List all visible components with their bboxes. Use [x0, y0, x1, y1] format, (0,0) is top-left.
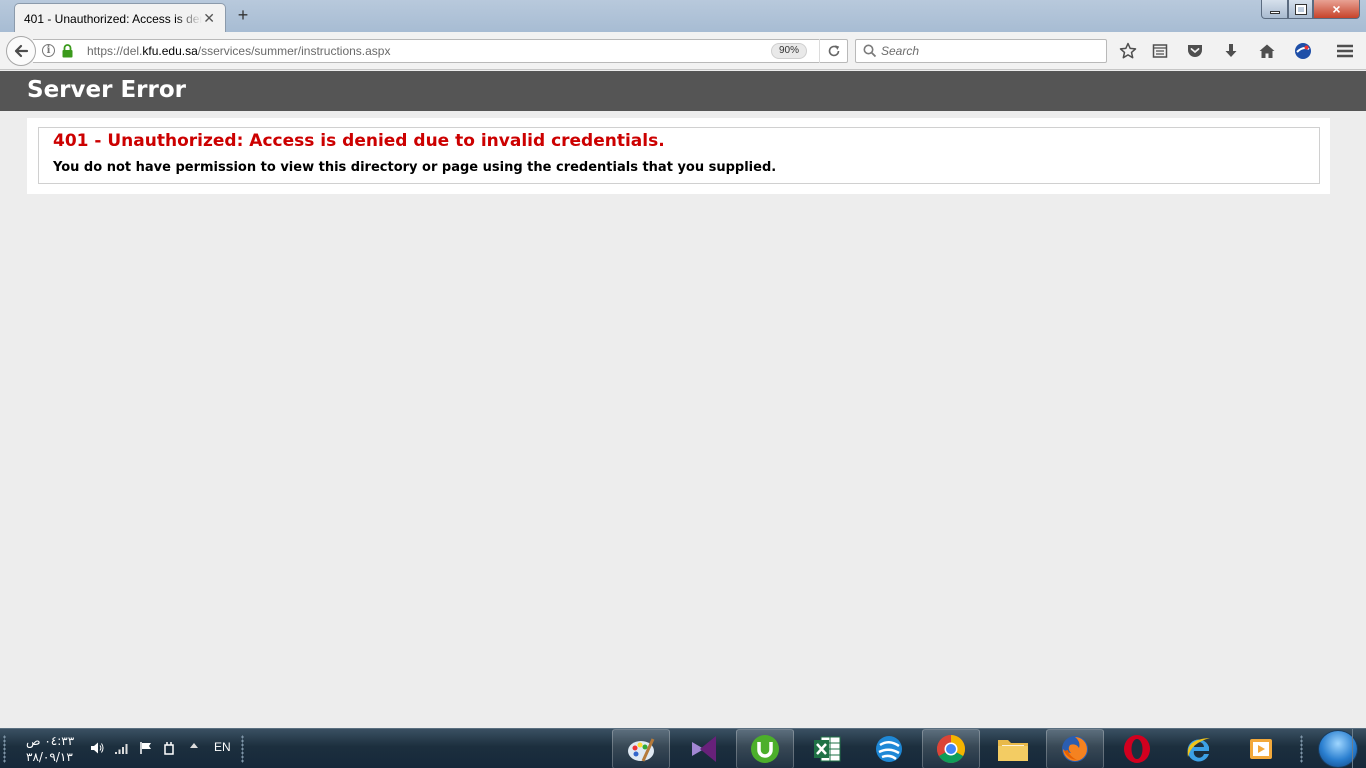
lock-icon	[62, 44, 73, 58]
url-text: https://del.kfu.edu.sa/sservices/summer/…	[87, 44, 390, 58]
taskbar-grip	[241, 735, 244, 763]
minimize-button[interactable]	[1261, 0, 1288, 19]
url-prefix: https://del.	[87, 44, 143, 58]
info-icon[interactable]: i	[42, 44, 55, 57]
reading-list-icon[interactable]	[1150, 41, 1170, 61]
visual-studio-app-button[interactable]	[675, 729, 733, 768]
volume-icon[interactable]	[90, 741, 104, 755]
language-indicator[interactable]: EN	[214, 740, 231, 754]
browser-tab-active[interactable]: 401 - Unauthorized: Access is denied due…	[14, 3, 226, 33]
url-host: kfu.edu.sa	[142, 44, 198, 58]
url-path: /sservices/summer/instructions.aspx	[197, 44, 391, 58]
new-tab-icon[interactable]: +	[234, 5, 252, 25]
back-button[interactable]	[6, 36, 36, 66]
file-explorer-app-button[interactable]	[984, 729, 1042, 768]
power-plug-icon[interactable]	[162, 741, 176, 755]
reload-button[interactable]	[819, 39, 847, 63]
excel-app-button[interactable]	[798, 729, 856, 768]
maximize-button[interactable]	[1288, 0, 1313, 19]
content-panel: 401 - Unauthorized: Access is denied due…	[27, 118, 1330, 194]
close-icon: ×	[1332, 1, 1341, 17]
search-icon	[863, 44, 877, 58]
firefox-app-button[interactable]	[1046, 729, 1104, 768]
media-player-app-button[interactable]	[1232, 729, 1290, 768]
utorrent-app-button[interactable]	[736, 729, 794, 768]
globe-app-button[interactable]	[860, 729, 918, 768]
chrome-icon	[937, 735, 965, 763]
opera-app-button[interactable]	[1108, 729, 1166, 768]
close-button[interactable]: ×	[1313, 0, 1360, 19]
error-title: 401 - Unauthorized: Access is denied due…	[53, 131, 665, 151]
internet-explorer-app-button[interactable]	[1170, 729, 1228, 768]
zoom-level-badge[interactable]: 90%	[771, 43, 807, 59]
opera-icon	[1124, 735, 1150, 763]
minimize-icon	[1269, 10, 1280, 14]
globe-icon	[876, 736, 902, 762]
maximize-icon	[1294, 3, 1307, 15]
visual-studio-icon	[692, 736, 716, 762]
window-controls: ×	[1261, 0, 1360, 19]
bookmark-star-icon[interactable]	[1118, 41, 1138, 61]
media-player-icon	[1250, 739, 1272, 759]
search-bar[interactable]	[855, 39, 1107, 63]
clock-time: ٠٤:٣٣ ص	[26, 734, 75, 748]
extension-icon[interactable]	[1293, 41, 1313, 61]
paint-icon	[628, 738, 655, 762]
show-desktop-button[interactable]	[1352, 729, 1366, 768]
network-signal-icon[interactable]	[114, 741, 128, 755]
url-bar[interactable]: i https://del.kfu.edu.sa/sservices/summe…	[33, 39, 848, 63]
action-center-flag-icon[interactable]	[139, 741, 153, 755]
error-box: 401 - Unauthorized: Access is denied due…	[38, 127, 1320, 184]
folder-icon	[998, 740, 1028, 761]
tab-strip: 401 - Unauthorized: Access is denied due…	[0, 0, 1366, 33]
firefox-icon	[1062, 736, 1088, 762]
windows-taskbar: ٠٤:٣٣ ص ٣٨/٠٩/١٣ EN	[0, 728, 1366, 768]
reload-icon	[828, 45, 839, 57]
taskbar-grip	[3, 735, 6, 763]
chrome-app-button[interactable]	[922, 729, 980, 768]
pocket-icon[interactable]	[1185, 41, 1205, 61]
server-error-header: Server Error	[0, 71, 1366, 111]
back-arrow-icon	[14, 44, 29, 58]
tab-title: 401 - Unauthorized: Access is denied due…	[24, 11, 202, 26]
home-icon[interactable]	[1257, 41, 1277, 61]
internet-explorer-icon	[1187, 738, 1210, 762]
download-icon[interactable]	[1221, 41, 1241, 61]
menu-icon[interactable]	[1335, 41, 1355, 61]
search-input[interactable]	[881, 42, 1101, 60]
utorrent-icon	[751, 735, 779, 763]
clock-date: ٣٨/٠٩/١٣	[26, 750, 73, 764]
paint-app-button[interactable]	[612, 729, 670, 768]
excel-icon	[814, 736, 841, 762]
error-description: You do not have permission to view this …	[53, 160, 777, 175]
tab-close-icon[interactable]: ✕	[203, 10, 215, 27]
system-clock[interactable]: ٠٤:٣٣ ص ٣٨/٠٩/١٣	[26, 733, 74, 765]
nav-toolbar: i https://del.kfu.edu.sa/sservices/summe…	[0, 32, 1366, 70]
show-hidden-icons-icon[interactable]	[190, 743, 198, 748]
taskbar-grip	[1300, 735, 1303, 763]
page-title: Server Error	[27, 77, 186, 103]
